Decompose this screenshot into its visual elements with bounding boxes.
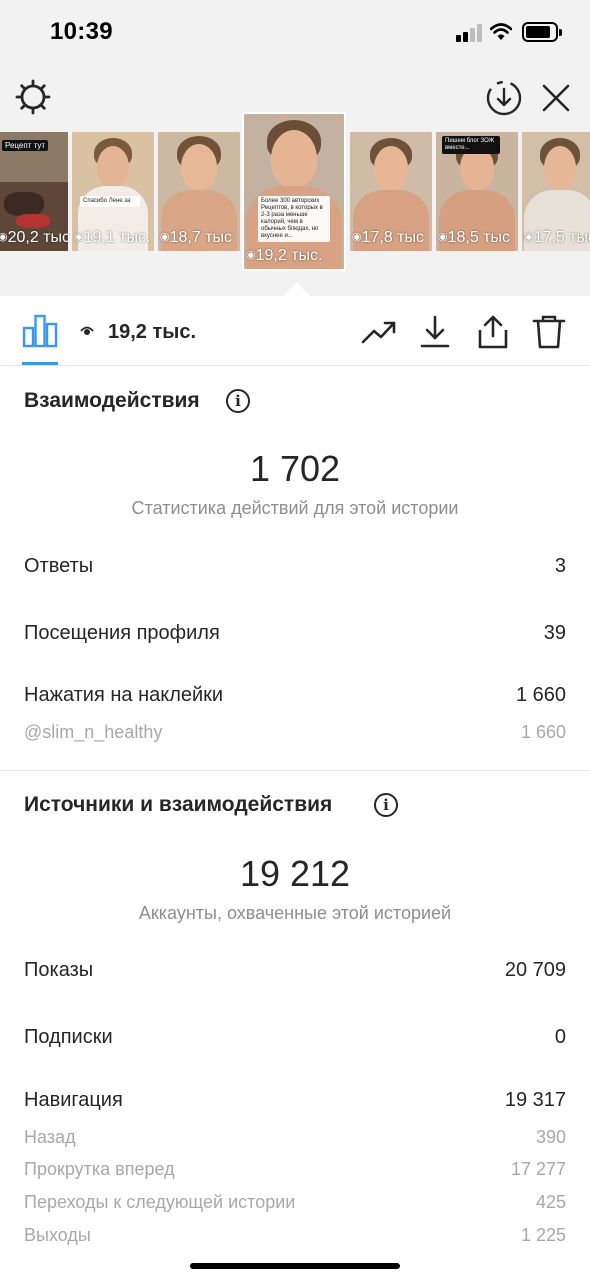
active-tab-indicator <box>22 362 58 365</box>
story-thumbnails: Рецепт тут 20,2 тыс Спасибо Лене за 19,1… <box>0 112 590 272</box>
close-icon[interactable] <box>538 80 574 116</box>
settings-gear-icon[interactable] <box>14 78 52 116</box>
active-story-pointer <box>284 282 310 296</box>
sticker-taps-label: Нажатия на наклейки <box>24 684 224 706</box>
story-thumbnail[interactable]: 17,8 тыс <box>350 132 432 251</box>
home-indicator[interactable] <box>190 1263 400 1269</box>
profile-visits-label: Посещения профиля <box>24 622 220 644</box>
reach-total: 19 212 <box>239 853 351 894</box>
exits-label: Выходы <box>24 1225 91 1245</box>
status-time: 10:39 <box>50 18 113 45</box>
next-story-value: 425 <box>535 1192 566 1212</box>
signal-icon <box>456 24 484 42</box>
reach-subtitle: Аккаунты, охваченные этой историей <box>138 903 452 923</box>
sticker-account-label[interactable]: @slim_n_healthy <box>24 722 162 743</box>
thumbnail-views: 19,2 тыс. <box>246 247 323 265</box>
share-icon[interactable] <box>474 314 512 350</box>
wifi-icon <box>490 23 512 40</box>
reach-info-icon[interactable]: i <box>374 793 398 817</box>
thumbnail-views: 17,8 тыс <box>352 229 424 247</box>
back-value: 390 <box>535 1127 566 1147</box>
story-thumbnail-active[interactable]: Более 300 авторских Рецептов, в которых … <box>244 114 344 269</box>
follows-value: 0 <box>554 1026 566 1048</box>
profile-visits-value: 39 <box>543 622 566 644</box>
replies-label: Ответы <box>24 555 94 577</box>
promote-trend-icon[interactable] <box>360 314 398 350</box>
story-thumbnail[interactable]: Пишем блог ЗОЖ вместе... 18,5 тыс <box>436 132 518 251</box>
story-thumbnail[interactable]: Рецепт тут 20,2 тыс <box>0 132 68 251</box>
exits-value: 1 225 <box>520 1225 566 1245</box>
thumbnail-views: 19,1 тыс. <box>74 229 151 247</box>
story-thumbnail[interactable]: Спасибо Лене за 19,1 тыс. <box>72 132 154 251</box>
follows-label: Подписки <box>24 1026 113 1048</box>
interactions-info-icon[interactable]: i <box>226 389 250 413</box>
sticker-label: Пишем блог ЗОЖ вместе... <box>442 136 500 154</box>
sticker-taps-value: 1 660 <box>515 684 566 706</box>
thumbnail-views: 20,2 тыс <box>0 229 68 247</box>
battery-icon <box>522 22 562 42</box>
forward-value: 17 277 <box>510 1159 566 1179</box>
replies-value: 3 <box>554 555 566 577</box>
impressions-value: 20 709 <box>504 959 566 981</box>
insights-toolbar: 19,2 тыс. <box>0 296 590 366</box>
delete-trash-icon[interactable] <box>530 314 568 350</box>
download-icon[interactable] <box>416 314 454 350</box>
sticker-account-value: 1 660 <box>520 722 566 742</box>
interactions-total: 1 702 <box>249 448 341 489</box>
thumbnail-views: 18,7 тыс <box>160 229 232 247</box>
reach-title: Источники и взаимодействия <box>24 793 333 816</box>
sticker-label: Более 300 авторских Рецептов, в которых … <box>258 196 330 242</box>
navigation-value: 19 317 <box>504 1089 566 1111</box>
forward-label: Прокрутка вперед <box>24 1159 175 1179</box>
thumbnail-views: 17,5 тыс <box>524 229 590 247</box>
sticker-label: Спасибо Лене за <box>80 196 140 207</box>
story-thumbnail[interactable]: 17,5 тыс <box>522 132 590 251</box>
story-thumbnail[interactable]: 18,7 тыс <box>158 132 240 251</box>
thumbnail-views: 18,5 тыс <box>438 229 510 247</box>
navigation-label: Навигация <box>24 1089 123 1111</box>
section-divider <box>0 770 590 771</box>
status-bar: 10:39 <box>0 0 590 64</box>
interactions-subtitle: Статистика действий для этой истории <box>131 498 459 518</box>
impressions-label: Показы <box>24 959 94 981</box>
back-label: Назад <box>24 1127 76 1147</box>
eye-icon <box>80 326 94 335</box>
interactions-title: Взаимодействия <box>24 389 200 412</box>
sticker-label: Рецепт тут <box>2 140 49 151</box>
story-preview-area: 10:39 Рецепт тут ◉ 20,2 тыс Спасибо Лене… <box>0 0 590 296</box>
viewers-count[interactable]: 19,2 тыс. <box>108 321 196 344</box>
next-story-label: Переходы к следующей истории <box>24 1192 296 1212</box>
insights-bars-icon[interactable] <box>22 314 58 348</box>
